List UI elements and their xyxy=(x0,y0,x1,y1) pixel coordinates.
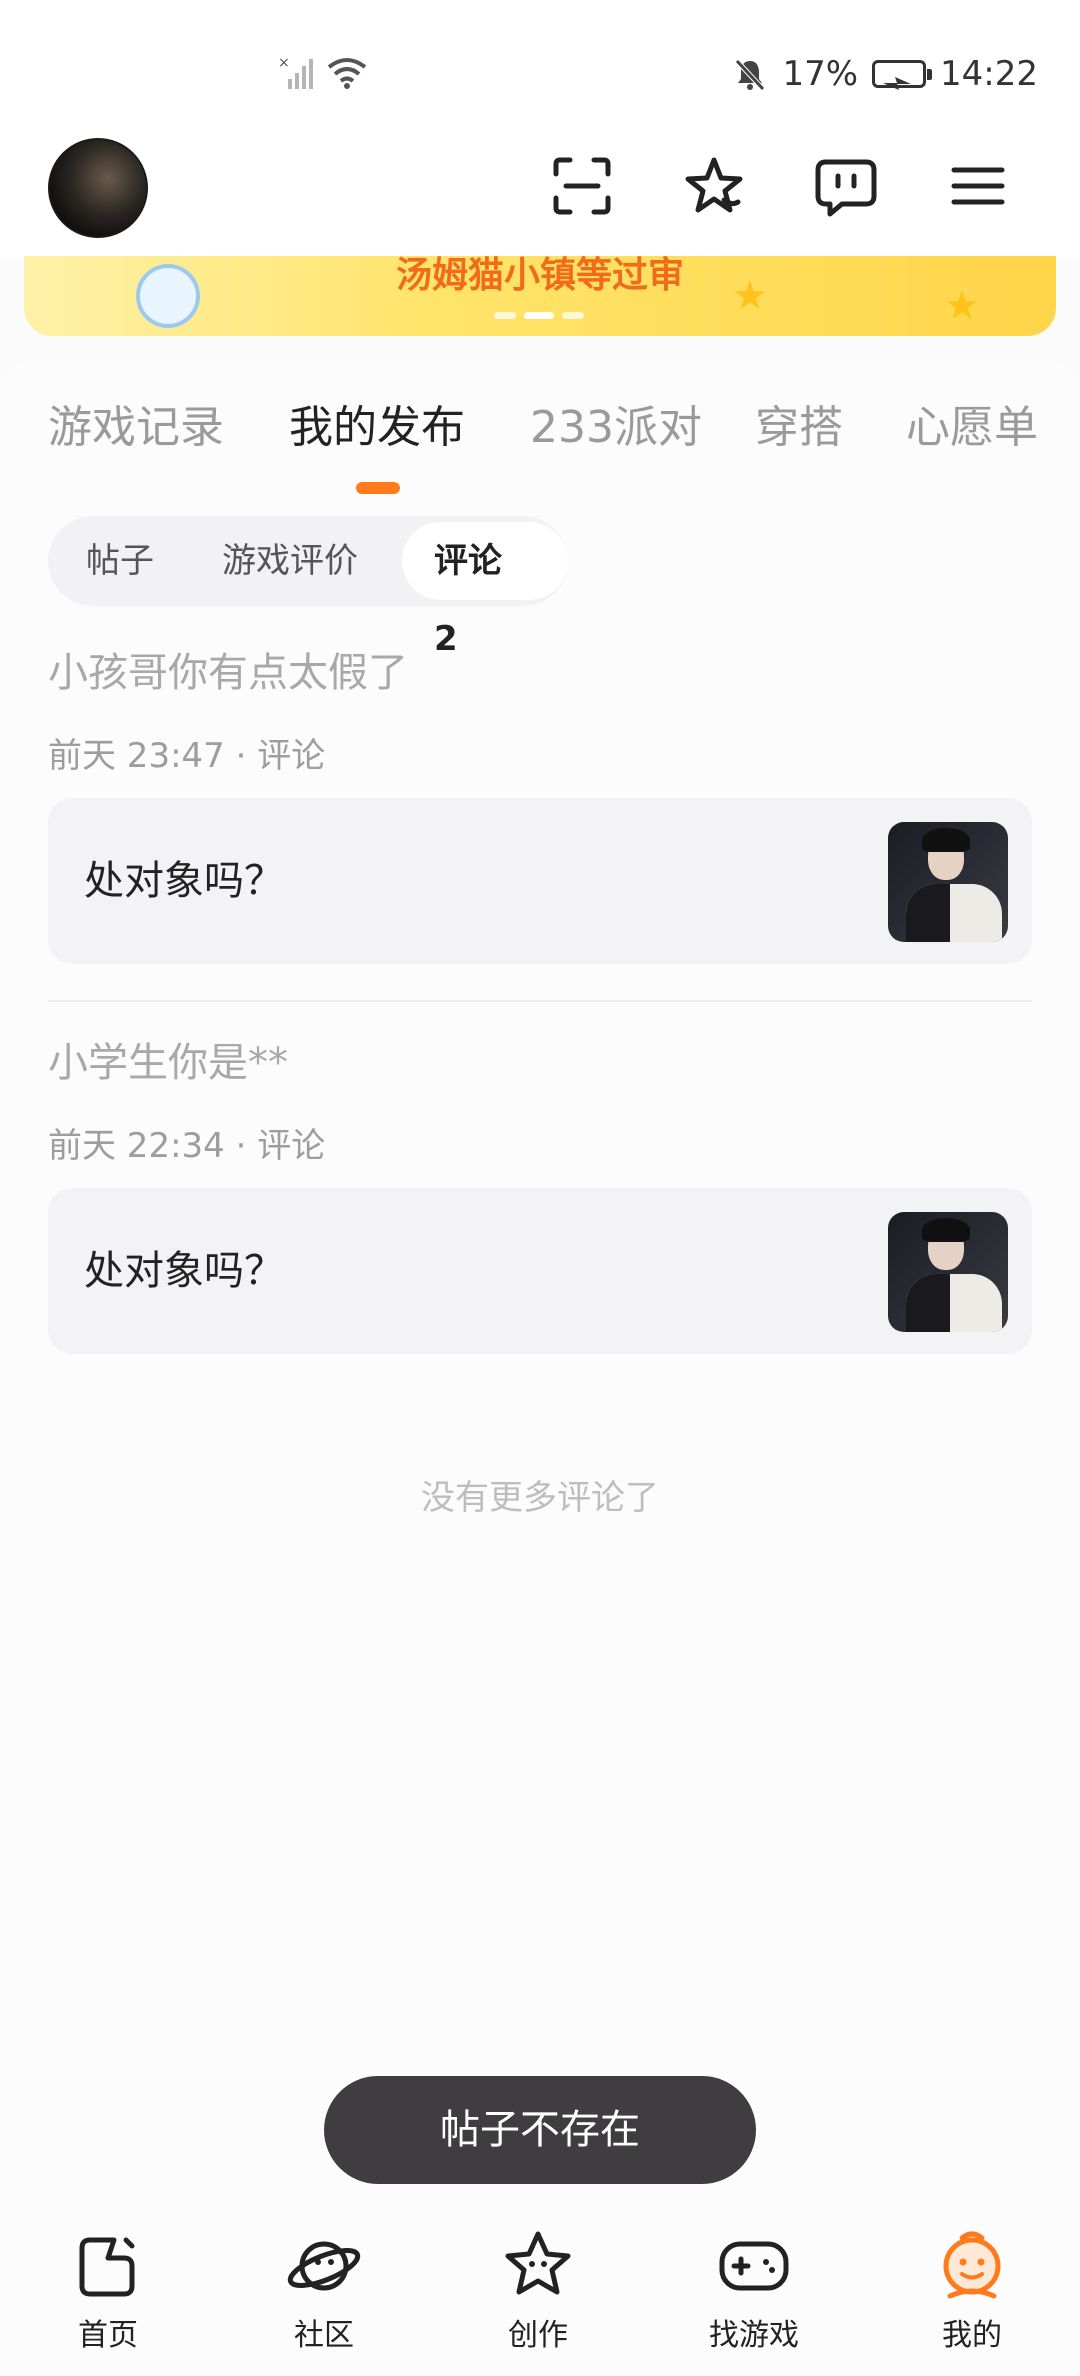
nav-label: 首页 xyxy=(78,2318,138,2353)
comment-text[interactable]: 小学生你是** xyxy=(48,1030,288,1088)
tab-game-records[interactable]: 游戏记录 xyxy=(48,398,224,458)
nav-label: 找游戏 xyxy=(709,2318,799,2353)
thumbnail-jacket xyxy=(906,1274,950,1332)
nav-label: 我的 xyxy=(942,2318,1002,2353)
end-of-list-text: 没有更多评论了 xyxy=(421,1478,659,1518)
subtab-comments[interactable]: 评论 2 xyxy=(402,522,568,659)
toast-message: 帖子不存在 xyxy=(324,2076,756,2184)
nav-me[interactable]: 我的 xyxy=(902,2226,1042,2354)
banner-dot xyxy=(494,312,516,319)
subtab-posts[interactable]: 帖子 xyxy=(86,516,154,606)
referenced-post-card[interactable]: 处对象吗？ xyxy=(48,1188,1032,1354)
tab-outfits[interactable]: 穿搭 xyxy=(755,398,843,458)
star-create-icon xyxy=(505,2231,571,2295)
bottom-nav: 首页 社区 创作 找游戏 我的 xyxy=(0,2210,1080,2376)
subtab-game-reviews[interactable]: 游戏评价 xyxy=(222,516,358,606)
post-thumbnail xyxy=(888,822,1008,942)
battery-percent: 17% xyxy=(782,54,859,94)
tab-wishlist[interactable]: 心愿单 xyxy=(906,398,1038,458)
banner-dot-active xyxy=(524,312,554,319)
nav-label: 创作 xyxy=(508,2318,568,2353)
svg-text:×: × xyxy=(278,55,290,71)
referenced-post-card[interactable]: 处对象吗？ xyxy=(48,798,1032,964)
home-icon xyxy=(79,2237,135,2297)
active-tab-indicator xyxy=(356,482,400,494)
nav-find-games[interactable]: 找游戏 xyxy=(684,2226,824,2354)
bell-muted-icon xyxy=(735,59,766,91)
comment-meta: 前天 22:34 · 评论 xyxy=(48,1126,326,1166)
comment-divider xyxy=(48,1000,1032,1002)
user-avatar[interactable] xyxy=(48,138,148,238)
gamepad-icon xyxy=(719,2241,789,2291)
tab-233-party[interactable]: 233派对 xyxy=(530,398,702,458)
thumbnail-hair xyxy=(922,828,970,852)
battery-charging-icon xyxy=(872,60,933,90)
thumbnail-hair xyxy=(922,1218,970,1242)
comment-text[interactable]: 小孩哥你有点太假了 xyxy=(48,640,408,698)
star-decoration-icon: ★ xyxy=(944,283,980,329)
star-badge-icon[interactable] xyxy=(680,152,748,220)
banner-title: 汤姆猫小镇等过审 xyxy=(395,256,684,296)
planet-icon xyxy=(287,2241,361,2291)
nav-label: 社区 xyxy=(294,2318,354,2353)
nav-create[interactable]: 创作 xyxy=(468,2226,608,2354)
menu-icon[interactable] xyxy=(944,152,1012,220)
message-icon[interactable] xyxy=(812,152,880,220)
nav-home[interactable]: 首页 xyxy=(38,2226,178,2354)
profile-face-icon xyxy=(943,2231,1001,2299)
nav-community[interactable]: 社区 xyxy=(254,2226,394,2354)
status-bar: × 17% 14:22 xyxy=(0,0,1080,150)
star-decoration-icon: ★ xyxy=(732,273,768,319)
profile-tabs: 游戏记录 我的发布 233派对 穿搭 心愿单 xyxy=(48,398,1080,458)
post-title: 处对象吗？ xyxy=(84,858,284,904)
clock: 14:22 xyxy=(940,54,1038,94)
signal-off-icon: × xyxy=(278,55,313,89)
scan-icon[interactable] xyxy=(548,152,616,220)
post-title: 处对象吗？ xyxy=(84,1248,284,1294)
sub-tabs: 帖子 游戏评价 评论 2 xyxy=(48,516,568,659)
status-right: 17% 14:22 xyxy=(732,52,1038,96)
tab-my-posts[interactable]: 我的发布 xyxy=(289,398,465,458)
banner-dot xyxy=(562,312,584,319)
post-thumbnail xyxy=(888,1212,1008,1332)
comment-meta: 前天 23:47 · 评论 xyxy=(48,736,326,776)
thumbnail-jacket xyxy=(906,884,950,942)
top-bar xyxy=(0,150,1080,258)
banner-pager xyxy=(494,312,584,319)
wifi-icon xyxy=(327,58,367,89)
promo-banner[interactable]: 汤姆猫小镇等过审 ★ ★ xyxy=(24,256,1056,336)
